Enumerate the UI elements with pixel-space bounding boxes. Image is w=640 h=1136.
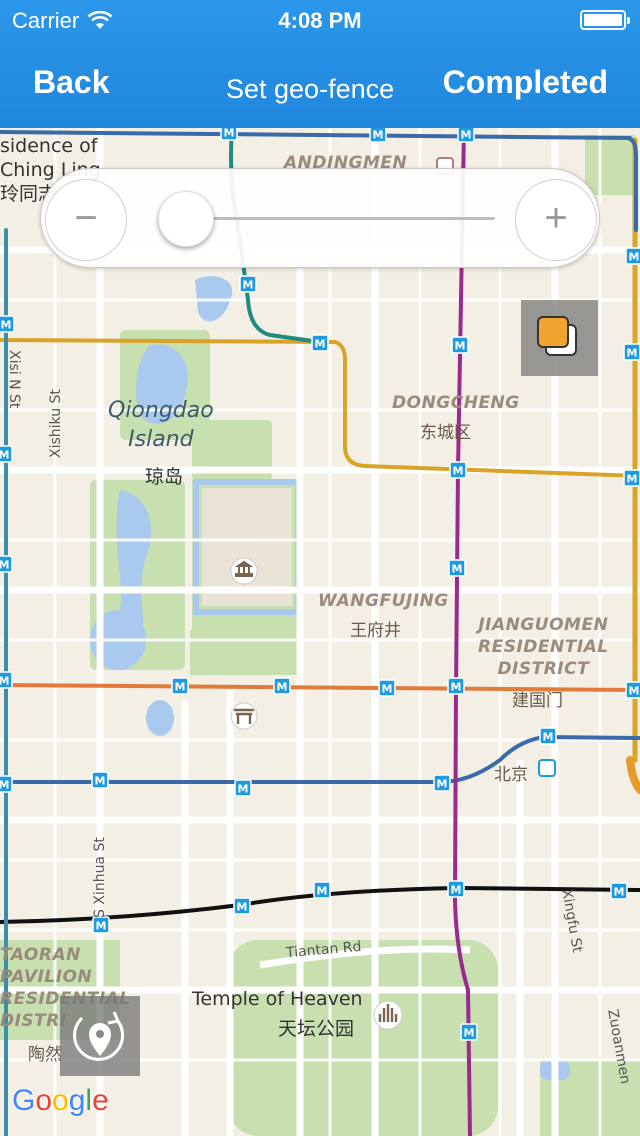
google-logo-text: Google xyxy=(12,1084,109,1117)
status-time: 4:08 PM xyxy=(278,8,362,33)
map-label-qiongdao: Qiongdao Island xyxy=(108,398,214,452)
zoom-control: − + xyxy=(40,168,600,268)
svg-text:M: M xyxy=(224,128,235,140)
map-label-beijing-cn: 北京 xyxy=(494,765,528,785)
status-bar: Carrier 4:08 PM xyxy=(0,0,640,40)
svg-text:M: M xyxy=(175,681,186,694)
map-label-xishiku: Xishiku St xyxy=(48,389,64,458)
svg-text:M: M xyxy=(0,779,9,792)
svg-text:M: M xyxy=(453,465,464,478)
svg-text:M: M xyxy=(629,685,640,698)
google-logo-letter: e xyxy=(92,1084,109,1117)
svg-text:M: M xyxy=(451,884,462,897)
svg-text:M: M xyxy=(437,778,448,791)
locate-me-button[interactable] xyxy=(60,996,140,1076)
nav-bar: Carrier 4:08 PM Back Set geo-fence Compl… xyxy=(0,0,640,128)
google-logo-letter: G xyxy=(12,1084,36,1117)
svg-text:M: M xyxy=(627,473,638,486)
svg-text:M: M xyxy=(237,901,248,914)
zoom-slider-thumb[interactable] xyxy=(157,191,214,247)
map-label-taoran-cn: 陶然 xyxy=(28,1045,62,1065)
svg-text:M: M xyxy=(629,251,640,264)
svg-text:M: M xyxy=(0,449,9,462)
location-pin-icon xyxy=(73,1011,125,1061)
svg-text:M: M xyxy=(614,886,625,899)
layers-icon xyxy=(537,316,577,356)
zoom-in-button[interactable]: + xyxy=(515,179,597,261)
map-label-wangfujing-cn: 王府井 xyxy=(350,621,401,641)
battery-icon xyxy=(580,10,630,30)
zoom-slider-track[interactable] xyxy=(189,217,495,220)
google-logo-letter: o xyxy=(35,1084,53,1117)
map-label-qiongdao-cn: 琼岛 xyxy=(145,466,184,488)
map-label-jianguomen: JIANGUOMEN RESIDENTIAL DISTRICT xyxy=(478,615,609,679)
svg-text:M: M xyxy=(277,681,288,694)
svg-text:M: M xyxy=(452,563,463,576)
google-logo: Google xyxy=(12,1084,109,1118)
map-label-s-xinhua: S Xinhua St xyxy=(92,837,108,918)
svg-text:M: M xyxy=(0,675,9,688)
map-label-temple-heaven-cn: 天坛公园 xyxy=(278,1018,355,1040)
zoom-out-button[interactable]: − xyxy=(45,179,127,261)
svg-text:M: M xyxy=(238,783,249,796)
temple-poi-icon xyxy=(230,702,258,730)
map-label-dongcheng: DONGCHENG xyxy=(392,393,520,413)
svg-text:M: M xyxy=(627,347,638,360)
google-logo-letter: o xyxy=(52,1084,69,1117)
map-label-temple-heaven: Temple of Heaven xyxy=(192,988,363,1010)
svg-text:M: M xyxy=(243,279,254,292)
svg-text:M: M xyxy=(382,683,393,696)
svg-text:M: M xyxy=(464,1027,475,1040)
page-title: Set geo-fence xyxy=(226,74,395,104)
station-icon xyxy=(538,759,556,777)
svg-text:M: M xyxy=(373,129,384,142)
map-label-jianguomen-cn: 建国门 xyxy=(512,691,563,711)
map-label-dongcheng-cn: 东城区 xyxy=(420,423,471,443)
svg-text:M: M xyxy=(96,920,107,933)
svg-text:M: M xyxy=(461,129,472,142)
google-logo-letter: g xyxy=(68,1084,86,1117)
completed-button[interactable]: Completed xyxy=(443,64,608,101)
map-layers-button[interactable] xyxy=(521,300,598,376)
svg-text:M: M xyxy=(451,681,462,694)
svg-text:M: M xyxy=(317,885,328,898)
svg-text:M: M xyxy=(543,731,554,744)
back-button[interactable]: Back xyxy=(33,64,110,101)
map-label-xisi: Xisi N St xyxy=(6,350,22,409)
svg-text:M: M xyxy=(455,340,466,353)
map-label-wangfujing: WANGFUJING xyxy=(318,591,449,611)
svg-text:M: M xyxy=(1,319,12,332)
svg-text:M: M xyxy=(0,559,9,572)
svg-text:M: M xyxy=(95,775,106,788)
svg-text:M: M xyxy=(315,338,326,351)
map-view[interactable]: M M M M M M M M M M M M M M M M M M M M … xyxy=(0,128,640,1136)
